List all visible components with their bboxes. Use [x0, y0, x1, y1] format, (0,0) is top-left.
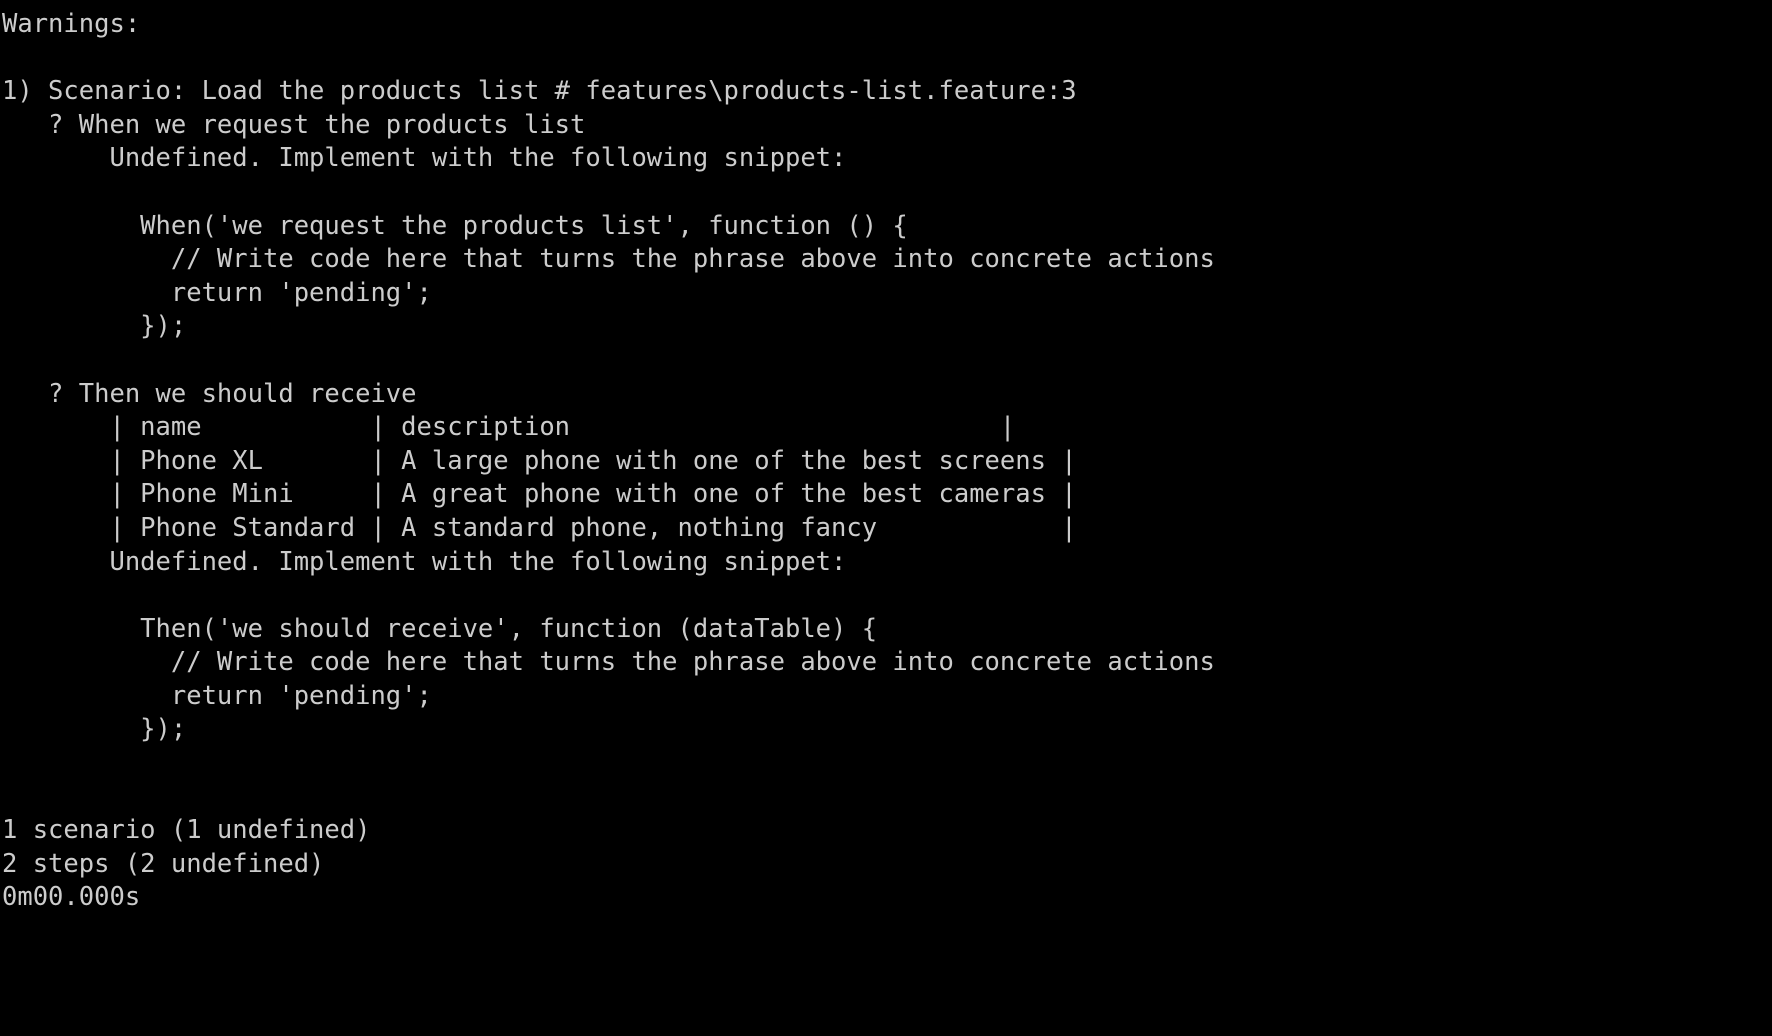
terminal-line-snippet-2-close: }); — [2, 714, 187, 745]
terminal-line-summary-steps: 2 steps (2 undefined) — [2, 848, 325, 879]
terminal-line-snippet-1-return: return 'pending'; — [2, 277, 432, 308]
terminal-line-undefined-notice-1: Undefined. Implement with the following … — [2, 143, 847, 174]
terminal-line-step-then: ? Then we should receive — [2, 378, 417, 409]
terminal-line-snippet-2-return: return 'pending'; — [2, 680, 432, 711]
terminal-line-step-when: ? When we request the products list — [2, 109, 586, 140]
terminal-line-snippet-2-comment: // Write code here that turns the phrase… — [2, 647, 1215, 678]
terminal-line-table-row-3: | Phone Standard | A standard phone, not… — [2, 512, 1077, 543]
terminal-line-summary-duration: 0m00.000s — [2, 882, 141, 913]
terminal-line-undefined-notice-2: Undefined. Implement with the following … — [2, 546, 847, 577]
terminal-line-table-header: | name | description | — [2, 412, 1016, 443]
terminal-line-warnings-header: Warnings: — [2, 9, 141, 39]
terminal-line-scenario-header: 1) Scenario: Load the products list # fe… — [2, 76, 1077, 107]
terminal-line-summary-scenarios: 1 scenario (1 undefined) — [2, 815, 371, 846]
terminal-line-table-row-1: | Phone XL | A large phone with one of t… — [2, 445, 1077, 476]
terminal-output[interactable]: Warnings: 1) Scenario: Load the products … — [0, 0, 1772, 1036]
terminal-line-table-row-2: | Phone Mini | A great phone with one of… — [2, 479, 1077, 510]
terminal-line-snippet-1-open: When('we request the products list', fun… — [2, 210, 908, 241]
terminal-line-snippet-2-open: Then('we should receive', function (data… — [2, 613, 878, 644]
terminal-line-snippet-1-close: }); — [2, 311, 187, 342]
terminal-line-snippet-1-comment: // Write code here that turns the phrase… — [2, 244, 1215, 275]
